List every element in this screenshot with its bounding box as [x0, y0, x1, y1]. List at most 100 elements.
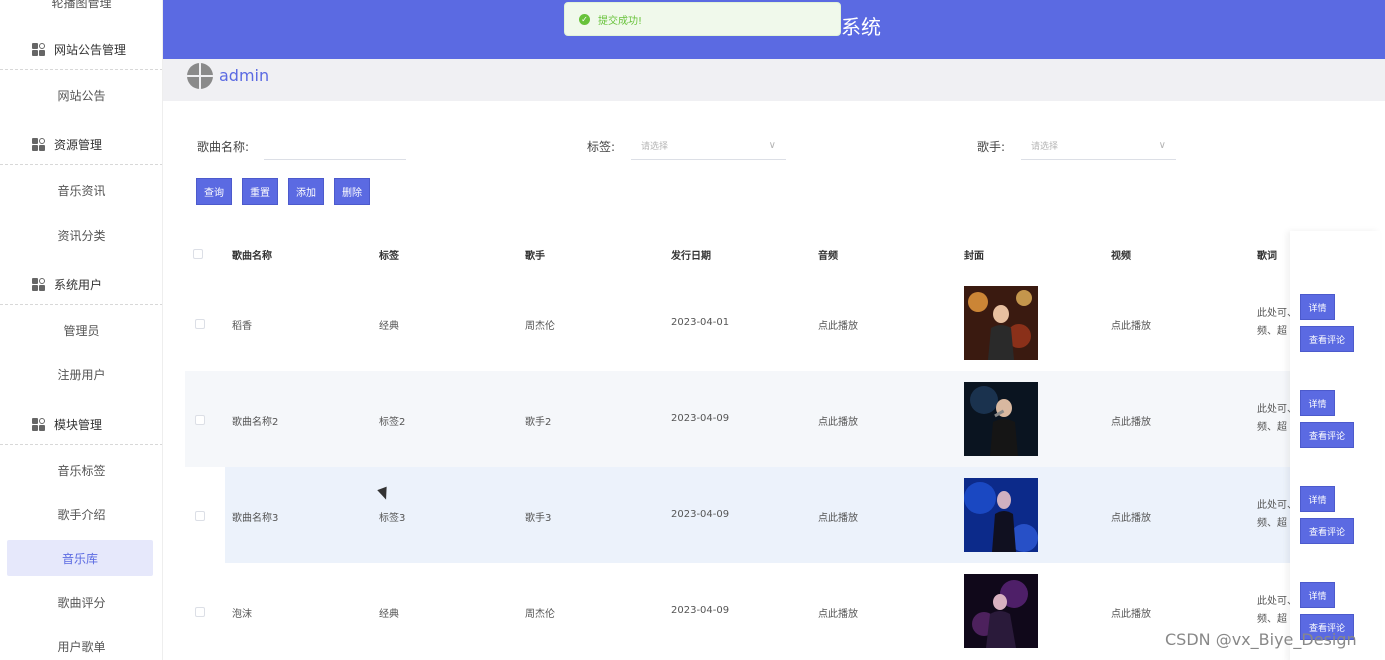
table-row[interactable]: 歌曲名称2 标签2 歌手2 2023-04-09 点此播放 点此播放 此处可、频… [185, 371, 1365, 467]
view-comments-button[interactable]: 查看评论 [1300, 422, 1354, 448]
success-toast: ✓ 提交成功! [564, 2, 841, 36]
sidebar-item-label: 资讯分类 [57, 228, 106, 243]
sidebar-item-label: 歌曲评分 [57, 595, 106, 610]
sidebar-item-label: 注册用户 [57, 367, 106, 382]
reset-button[interactable]: 重置 [242, 178, 278, 205]
row-checkbox[interactable] [195, 415, 205, 425]
tag-label: 标签: [587, 140, 616, 154]
lyric-line: 频、超 [1257, 518, 1287, 529]
tag-cell: 标签3 [379, 513, 406, 524]
sidebar-item-label: 歌手介绍 [57, 507, 106, 522]
sidebar-item-user-playlists[interactable]: 用户歌单 [0, 626, 162, 660]
sidebar-item-music-tags[interactable]: 音乐标签 [0, 450, 162, 490]
column-header[interactable]: 歌词 [1257, 247, 1277, 262]
sidebar-item-label: 音乐资讯 [57, 183, 106, 198]
tag-cell: 标签2 [379, 417, 406, 428]
tag-select[interactable]: 请选择 ∨ [631, 132, 786, 160]
toast-message: 提交成功! [598, 15, 643, 27]
add-button[interactable]: 添加 [288, 178, 324, 205]
grid-icon [32, 43, 46, 56]
tag-cell: 经典 [379, 609, 399, 620]
column-header[interactable]: 封面 [964, 247, 984, 262]
singer-label: 歌手: [977, 140, 1006, 154]
video-play-link[interactable]: 点此播放 [1111, 509, 1151, 524]
column-header[interactable]: 音频 [818, 247, 838, 262]
cover-image[interactable] [964, 574, 1038, 648]
user-bar: admin [163, 59, 1385, 101]
video-play-link[interactable]: 点此播放 [1111, 605, 1151, 620]
lyric-line: 频、超 [1257, 614, 1287, 625]
username[interactable]: admin [219, 66, 269, 85]
row-checkbox[interactable] [195, 511, 205, 521]
table-row[interactable]: 稻香 经典 周杰伦 2023-04-01 点此播放 点此播放 此处可、 频、超 [185, 275, 1365, 371]
song-name-cell: 歌曲名称2 [232, 417, 279, 428]
view-comments-button[interactable]: 查看评论 [1300, 518, 1354, 544]
song-name-cell: 泡沫 [232, 609, 252, 620]
column-header[interactable]: 视频 [1111, 247, 1131, 262]
sidebar-group-announcements[interactable]: 网站公告管理 [0, 30, 162, 70]
audio-play-link[interactable]: 点此播放 [818, 605, 858, 620]
grid-icon [32, 138, 46, 151]
table-row[interactable]: 歌曲名称3 标签3 歌手3 2023-04-09 点此播放 点此播放 此处可、频… [185, 467, 1365, 563]
query-button[interactable]: 查询 [196, 178, 232, 205]
view-comments-button[interactable]: 查看评论 [1300, 326, 1354, 352]
singer-select[interactable]: 请选择 ∨ [1021, 132, 1176, 160]
tag-select-placeholder: 请选择 [641, 142, 669, 152]
sidebar-item-music-library[interactable]: 音乐库 [7, 540, 153, 576]
sidebar-group-label: 网站公告管理 [54, 43, 127, 57]
sidebar: 轮播图管理 网站公告管理 网站公告 资源管理 音乐资讯 资讯分类 系统用户 管理… [0, 0, 163, 660]
column-header[interactable]: 歌手 [525, 247, 545, 262]
date-cell: 2023-04-01 [671, 317, 730, 328]
sidebar-item-registered-users[interactable]: 注册用户 [0, 354, 162, 394]
avatar[interactable] [187, 63, 213, 89]
song-name-input[interactable] [264, 132, 406, 160]
detail-button[interactable]: 详情 [1300, 294, 1335, 320]
detail-button[interactable]: 详情 [1300, 486, 1335, 512]
delete-button[interactable]: 删除 [334, 178, 370, 205]
lyric-line: 频、超 [1257, 326, 1287, 337]
sidebar-item-announcement[interactable]: 网站公告 [0, 75, 162, 115]
operations-column: 详情 查看评论 详情 查看评论 详情 查看评论 详情 查看评论 [1290, 231, 1380, 660]
audio-play-link[interactable]: 点此播放 [818, 413, 858, 428]
row-checkbox[interactable] [195, 607, 205, 617]
date-cell: 2023-04-09 [671, 605, 730, 616]
sidebar-item-label: 轮播图管理 [51, 0, 112, 10]
cover-image[interactable] [964, 478, 1038, 552]
sidebar-item-label: 用户歌单 [57, 639, 106, 654]
column-header[interactable]: 歌曲名称 [232, 247, 272, 262]
select-all-checkbox[interactable] [193, 249, 203, 259]
singer-cell: 歌手2 [525, 417, 552, 428]
tag-cell: 经典 [379, 321, 399, 332]
column-header[interactable]: 发行日期 [671, 247, 711, 262]
sidebar-group-label: 系统用户 [54, 278, 103, 292]
sidebar-group-label: 资源管理 [54, 138, 103, 152]
sidebar-item-label: 网站公告 [57, 88, 106, 103]
song-name-label: 歌曲名称: [197, 140, 250, 154]
sidebar-item-news-category[interactable]: 资讯分类 [0, 215, 162, 255]
singer-cell: 周杰伦 [525, 321, 555, 332]
sidebar-group-system-users[interactable]: 系统用户 [0, 265, 162, 305]
detail-button[interactable]: 详情 [1300, 582, 1335, 608]
grid-icon [32, 278, 46, 291]
column-header[interactable]: 标签 [379, 247, 399, 262]
sidebar-item-admin[interactable]: 管理员 [0, 310, 162, 350]
date-cell: 2023-04-09 [671, 509, 730, 520]
sidebar-item-singers[interactable]: 歌手介绍 [0, 494, 162, 534]
video-play-link[interactable]: 点此播放 [1111, 413, 1151, 428]
detail-button[interactable]: 详情 [1300, 390, 1335, 416]
audio-play-link[interactable]: 点此播放 [818, 317, 858, 332]
cover-image[interactable] [964, 286, 1038, 360]
sidebar-item-carousel[interactable]: 轮播图管理 [0, 0, 162, 22]
sidebar-item-label: 音乐标签 [57, 463, 106, 478]
sidebar-item-music-news[interactable]: 音乐资讯 [0, 170, 162, 210]
cover-image[interactable] [964, 382, 1038, 456]
sidebar-item-song-ratings[interactable]: 歌曲评分 [0, 582, 162, 622]
sidebar-group-resources[interactable]: 资源管理 [0, 125, 162, 165]
video-play-link[interactable]: 点此播放 [1111, 317, 1151, 332]
singer-cell: 周杰伦 [525, 609, 555, 620]
main-panel: 歌曲名称: 标签: 请选择 ∨ 歌手: 请选择 ∨ 查询 重置 添加 删除 歌曲… [170, 104, 1385, 660]
row-checkbox[interactable] [195, 319, 205, 329]
sidebar-group-modules[interactable]: 模块管理 [0, 405, 162, 445]
audio-play-link[interactable]: 点此播放 [818, 509, 858, 524]
watermark: CSDN @vx_Biye_Design [1165, 630, 1357, 649]
